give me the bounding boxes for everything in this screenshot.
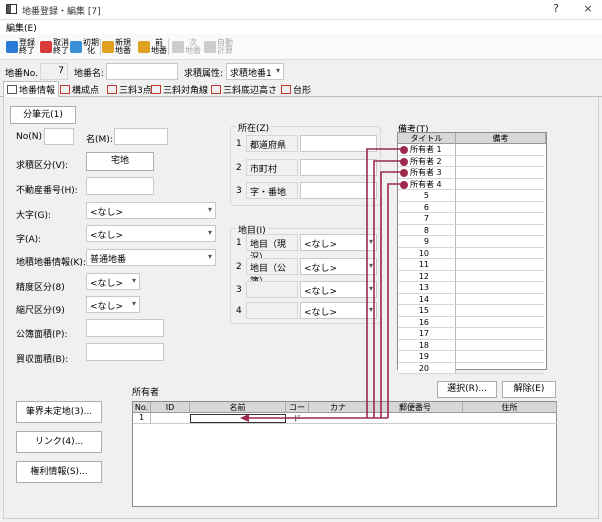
- link-annotation-lines: [240, 148, 403, 422]
